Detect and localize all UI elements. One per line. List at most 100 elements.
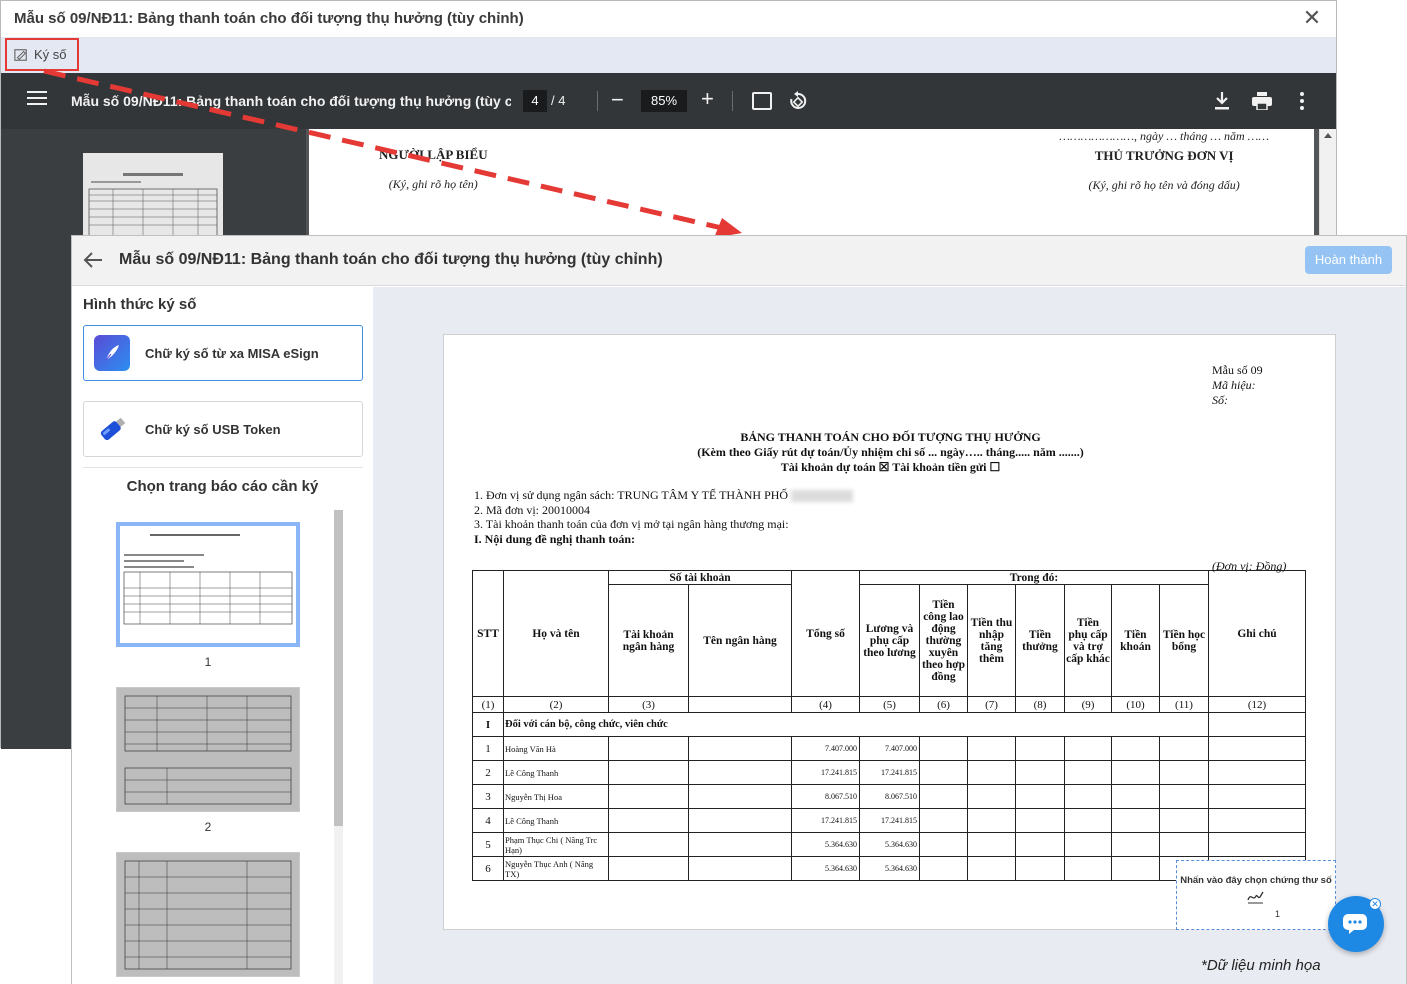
row-note xyxy=(1208,784,1306,809)
zoom-in-icon[interactable]: + xyxy=(701,86,714,112)
row-salary: 17.241.815 xyxy=(859,760,920,785)
row-bank-account xyxy=(608,832,689,857)
thumbnail-scrollbar-thumb[interactable] xyxy=(334,510,343,826)
form-number: Mẫu số 09 xyxy=(1212,363,1263,377)
header-scholarship: Tiền học bổng xyxy=(1159,584,1209,697)
preparer-title: NGƯỜI LẬP BIỂU xyxy=(379,147,488,162)
head-title: THỦ TRƯỞNG ĐƠN VỊ xyxy=(1094,148,1234,163)
sign-icon xyxy=(14,48,27,61)
code-label: Mã hiệu: xyxy=(1212,378,1256,392)
head-note: (Ký, ghi rõ họ tên và đóng dấu) xyxy=(1088,178,1240,192)
signing-dialog: Mẫu số 09/NĐ11: Bảng thanh toán cho đối … xyxy=(71,235,1407,984)
thumbnail-image[interactable] xyxy=(116,522,300,647)
column-number: (11) xyxy=(1159,696,1209,713)
method-usb-token[interactable]: Chữ ký số USB Token xyxy=(83,401,363,457)
header-allowance: Tiền phụ cấp và trợ cấp khác xyxy=(1064,584,1112,697)
zoom-out-icon[interactable]: − xyxy=(611,87,624,113)
print-icon[interactable] xyxy=(1252,92,1272,110)
row-bonus xyxy=(1015,736,1065,761)
column-number: (6) xyxy=(919,696,968,713)
row-salary: 17.241.815 xyxy=(859,808,920,833)
column-number: (10) xyxy=(1111,696,1160,713)
choose-page-title: Chọn trang báo cáo cần ký xyxy=(126,478,319,495)
row-lumpsum xyxy=(1111,760,1160,785)
close-icon[interactable]: ✕ xyxy=(1300,7,1324,31)
header-account-group: Số tài khoản xyxy=(608,570,792,585)
row-income xyxy=(967,760,1016,785)
scroll-up-arrow-icon[interactable] xyxy=(1324,133,1332,138)
page-thumbnail-1[interactable]: 1 xyxy=(116,522,300,669)
column-number xyxy=(688,696,792,713)
section-row: I Đối với cán bộ, công chức, viên chức xyxy=(472,712,1306,737)
more-options-icon[interactable] xyxy=(1299,92,1305,110)
row-name: Lê Công Thanh xyxy=(503,760,609,785)
column-number: (1) xyxy=(472,696,504,713)
thumbnail-image[interactable] xyxy=(116,687,300,812)
row-allowance xyxy=(1064,832,1112,857)
chat-close-icon[interactable]: ✕ xyxy=(1369,898,1381,910)
document-preview-area: Mẫu số 09 Mã hiệu: Số: BẢNG THANH TOÁN C… xyxy=(373,287,1406,984)
table-body: 1 Hoàng Văn Hà 7.407.000 7.407.000 2 Lê Công … xyxy=(472,736,1306,881)
row-income xyxy=(967,856,1016,881)
fit-page-icon[interactable] xyxy=(752,92,772,110)
page-thumbnail-3[interactable] xyxy=(116,852,300,977)
finish-button[interactable]: Hoàn thành xyxy=(1305,246,1392,274)
table-row: 2 Lê Công Thanh 17.241.815 17.241.815 xyxy=(472,760,1306,785)
row-contract xyxy=(919,856,968,881)
row-scholarship xyxy=(1159,808,1209,833)
header-bank-account: Tài khoản ngân hàng xyxy=(608,584,689,697)
column-number: (3) xyxy=(608,696,689,713)
column-number: (2) xyxy=(503,696,609,713)
date-line: …………………, ngày … tháng … năm …… xyxy=(1059,129,1269,143)
thumbnail-number: 2 xyxy=(204,820,212,834)
thumbnail-image[interactable] xyxy=(116,852,300,977)
method-label: Chữ ký số USB Token xyxy=(145,421,281,437)
row-bank-name xyxy=(688,736,792,761)
row-income xyxy=(967,808,1016,833)
certificate-select-box[interactable]: Nhấn vào đây chọn chứng thư số 1 xyxy=(1176,860,1336,930)
row-contract xyxy=(919,760,968,785)
row-note xyxy=(1208,832,1306,857)
row-bonus xyxy=(1015,760,1065,785)
head-signature-block: …………………, ngày … tháng … năm …… THỦ TRƯỞN… xyxy=(1059,129,1269,193)
back-arrow-icon[interactable] xyxy=(82,249,104,271)
background-window-title: Mẫu số 09/NĐ11: Bảng thanh toán cho đối … xyxy=(14,10,524,27)
menu-icon[interactable] xyxy=(27,91,47,111)
row-stt: 4 xyxy=(472,808,504,833)
row-bonus xyxy=(1015,784,1065,809)
rotate-icon[interactable] xyxy=(788,91,808,111)
heading-title: BẢNG THANH TOÁN CHO ĐỐI TƯỢNG THỤ HƯỞNG xyxy=(740,430,1041,444)
zoom-level-input[interactable]: 85% xyxy=(641,90,687,112)
header-bonus: Tiền thưởng xyxy=(1015,584,1065,697)
pdf-page-thumbnail[interactable] xyxy=(83,153,223,243)
row-bonus xyxy=(1015,856,1065,881)
table-row: 5 Phạm Thục Chi ( Nâng Trc Hạn) 5.364.630 5… xyxy=(472,832,1306,857)
column-number: (12) xyxy=(1208,696,1306,713)
row-note xyxy=(1208,760,1306,785)
pdf-page-input[interactable]: 4 xyxy=(523,90,547,112)
usb-token-icon xyxy=(94,411,130,447)
row-income xyxy=(967,832,1016,857)
row-income xyxy=(967,784,1016,809)
method-misa-esign[interactable]: Chữ ký số từ xa MISA eSign xyxy=(83,325,363,381)
table-row: 4 Lê Công Thanh 17.241.815 17.241.815 xyxy=(472,808,1306,833)
row-stt: 3 xyxy=(472,784,504,809)
page-thumbnail-2[interactable]: 2 xyxy=(116,687,300,834)
section-label: Đối với cán bộ, công chức, viên chức xyxy=(503,712,1209,737)
column-number-row: (1) (2) (3) (4) (5) (6) (7) (8) (9) (10)… xyxy=(472,696,1306,713)
download-icon[interactable] xyxy=(1213,91,1231,111)
info-code: 2. Mã đơn vị: 20010004 xyxy=(474,502,591,517)
row-scholarship xyxy=(1159,832,1209,857)
certificate-select-text: Nhấn vào đây chọn chứng thư số xyxy=(1180,875,1332,886)
row-bank-account xyxy=(608,856,689,881)
row-income xyxy=(967,736,1016,761)
row-name: Hoàng Văn Hà xyxy=(503,736,609,761)
header-income: Tiền thu nhập tăng thêm xyxy=(967,584,1016,697)
toolbar-divider xyxy=(732,91,733,111)
row-bank-name xyxy=(688,856,792,881)
row-lumpsum xyxy=(1111,736,1160,761)
info-unit: 1. Đơn vị sử dụng ngân sách: TRUNG TÂM Y… xyxy=(474,488,854,503)
ky-so-button[interactable]: Ký số xyxy=(5,38,79,71)
row-bonus xyxy=(1015,832,1065,857)
thumbnail-preview xyxy=(88,173,218,240)
